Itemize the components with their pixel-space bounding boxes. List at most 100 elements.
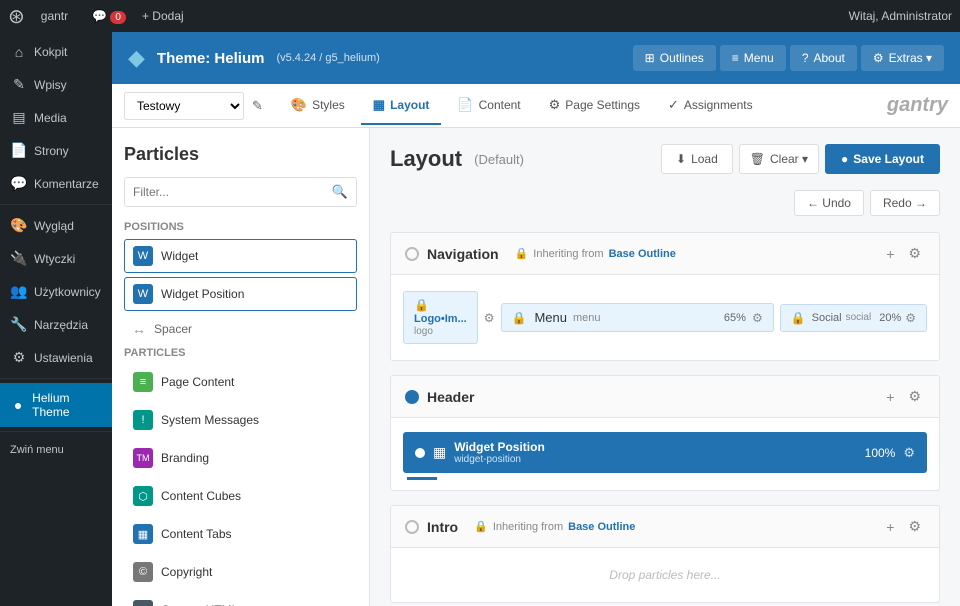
particle-widget-position-label: Widget Position	[161, 287, 244, 301]
load-button[interactable]: ⬇ Load	[661, 144, 733, 174]
wp-circle	[415, 448, 425, 458]
particle-copyright[interactable]: © Copyright	[124, 555, 357, 589]
clear-button[interactable]: 🗑 Clear ▾	[739, 144, 819, 174]
particle-custom-html[interactable]: </> Custom HTML	[124, 593, 357, 606]
particle-content-tabs[interactable]: ▦ Content Tabs	[124, 517, 357, 551]
sidebar-item-helium[interactable]: ● Helium Theme	[0, 383, 112, 427]
intro-section-actions: + ⚙	[882, 516, 925, 537]
particle-system-messages[interactable]: ! System Messages	[124, 403, 357, 437]
intro-inherit-link[interactable]: Base Outline	[568, 521, 635, 533]
social-block[interactable]: 🔒 Social social 20% ⚙	[780, 304, 927, 332]
tab-page-settings[interactable]: ⚙ Page Settings	[537, 87, 652, 125]
particle-widget-position[interactable]: W Widget Position	[124, 277, 357, 311]
particle-branding[interactable]: TM Branding	[124, 441, 357, 475]
section-navigation: Navigation 🔒 Inheriting from Base Outlin…	[390, 232, 940, 361]
header-add-icon[interactable]: +	[882, 387, 898, 407]
extras-button[interactable]: ⚙ Extras ▾	[861, 45, 944, 71]
menu-label: Menu	[744, 51, 774, 65]
logo-gear-icon[interactable]: ⚙	[484, 311, 495, 325]
intro-body: Drop particles here...	[391, 548, 939, 602]
particles-filter-input[interactable]	[125, 179, 324, 205]
sidebar-item-wyglad[interactable]: 🎨 Wygląd	[0, 209, 112, 242]
menu-block[interactable]: 🔒 Menu menu 65% ⚙	[501, 303, 774, 332]
social-gear-icon[interactable]: ⚙	[905, 311, 916, 325]
particle-widget[interactable]: W Widget	[124, 239, 357, 273]
header-body: ▦ Widget Position widget-position 100% ⚙	[391, 418, 939, 490]
intro-add-icon[interactable]: +	[882, 517, 898, 537]
outlines-button[interactable]: ⊞ Outlines	[633, 45, 716, 71]
undo-label: ← Undo	[807, 196, 851, 210]
sidebar-item-media[interactable]: ▤ Media	[0, 101, 112, 134]
header-section-actions: + ⚙	[882, 386, 925, 407]
header-name: Header	[427, 389, 474, 405]
sidebar-item-kokpit[interactable]: ⌂ Kokpit	[0, 36, 112, 68]
load-label: Load	[691, 152, 718, 166]
intro-gear-icon[interactable]: ⚙	[904, 516, 925, 537]
header-circle	[405, 390, 419, 404]
header-gear-icon[interactable]: ⚙	[904, 386, 925, 407]
navigation-inherit: 🔒 Inheriting from Base Outline	[515, 247, 676, 260]
particle-content-cubes[interactable]: ⬡ Content Cubes	[124, 479, 357, 513]
settings-icon: ⚙	[10, 349, 28, 366]
pages-icon: 📄	[10, 142, 28, 159]
tab-styles[interactable]: 🎨 Styles	[279, 87, 357, 125]
header-blue-bar	[407, 477, 437, 480]
sidebar-item-narzedzia[interactable]: 🔧 Narzędzia	[0, 308, 112, 341]
about-button[interactable]: ? About	[790, 45, 857, 71]
tab-content[interactable]: 📄 Content	[445, 87, 532, 125]
section-intro: Intro 🔒 Inheriting from Base Outline + ⚙…	[390, 505, 940, 603]
particles-title: Particles	[124, 144, 357, 165]
content-cubes-icon: ⬡	[133, 486, 153, 506]
layout-tab-icon: ▦	[373, 97, 385, 113]
redo-button[interactable]: Redo →	[870, 190, 940, 216]
admin-bar-site[interactable]: gantr	[33, 9, 76, 23]
clear-icon: 🗑	[750, 152, 765, 166]
wp-logo[interactable]: ⊛	[8, 4, 25, 29]
admin-bar-greeting: Witaj, Administrator	[849, 9, 952, 23]
assignments-tab-icon: ✓	[668, 97, 679, 113]
navigation-name: Navigation	[427, 246, 499, 262]
wp-gear-icon[interactable]: ⚙	[903, 445, 915, 461]
sidebar-item-wtyczki[interactable]: 🔌 Wtyczki	[0, 242, 112, 275]
outline-select[interactable]: Testowy	[124, 92, 244, 120]
tab-assignments[interactable]: ✓ Assignments	[656, 87, 765, 125]
navigation-gear-icon[interactable]: ⚙	[904, 243, 925, 264]
sidebar-item-strony[interactable]: 📄 Strony	[0, 134, 112, 167]
page-settings-tab-icon: ⚙	[549, 97, 561, 113]
navigation-add-icon[interactable]: +	[882, 244, 898, 264]
positions-label: Positions	[124, 221, 357, 233]
theme-version: (v5.4.24 / g5_helium)	[276, 52, 379, 64]
tools-icon: 🔧	[10, 316, 28, 333]
save-layout-button[interactable]: ● Save Layout	[825, 144, 940, 174]
filter-search-icon[interactable]: 🔍	[324, 178, 356, 206]
intro-circle	[405, 520, 419, 534]
navigation-row: 🔒 Logo•Im... logo ⚙ 🔒 Menu menu 65% ⚙	[403, 285, 927, 350]
tab-styles-label: Styles	[312, 98, 345, 112]
menu-button[interactable]: ≡ Menu	[720, 45, 786, 71]
sidebar-item-komentarze[interactable]: 💬 Komentarze	[0, 167, 112, 200]
admin-bar-comments[interactable]: 💬 0	[84, 9, 134, 23]
tab-layout[interactable]: ▦ Layout	[361, 87, 442, 125]
admin-bar-add[interactable]: + Dodaj	[142, 9, 184, 23]
menu-block-name: Menu	[534, 310, 567, 325]
particle-page-content[interactable]: ≡ Page Content	[124, 365, 357, 399]
menu-gear-icon[interactable]: ⚙	[752, 311, 763, 325]
sidebar-item-uzytkownicy[interactable]: 👥 Użytkownicy	[0, 275, 112, 308]
gear-icon: ⚙	[873, 51, 884, 65]
sidebar-item-wpisy[interactable]: ✎ Wpisy	[0, 68, 112, 101]
intro-inherit-text: Inheriting from	[493, 521, 563, 533]
particle-system-messages-label: System Messages	[161, 413, 259, 427]
lock-icon: 🔒	[515, 247, 529, 260]
edit-outline-icon[interactable]: ✎	[248, 94, 267, 118]
sidebar-label-narzedzia: Narzędzia	[34, 318, 88, 332]
social-block-sub: social	[846, 312, 872, 323]
inherit-link[interactable]: Base Outline	[609, 248, 676, 260]
spacer-item: ↔ Spacer	[124, 315, 357, 343]
logo-block[interactable]: 🔒 Logo•Im... logo	[403, 291, 478, 344]
sidebar-collapse[interactable]: Zwiń menu	[0, 436, 112, 464]
header-widget-position[interactable]: ▦ Widget Position widget-position 100% ⚙	[403, 432, 927, 473]
section-header: Header + ⚙ ▦ Widget Position widget	[390, 375, 940, 491]
undo-button[interactable]: ← Undo	[794, 190, 864, 216]
users-icon: 👥	[10, 283, 28, 300]
sidebar-item-ustawienia[interactable]: ⚙ Ustawienia	[0, 341, 112, 374]
